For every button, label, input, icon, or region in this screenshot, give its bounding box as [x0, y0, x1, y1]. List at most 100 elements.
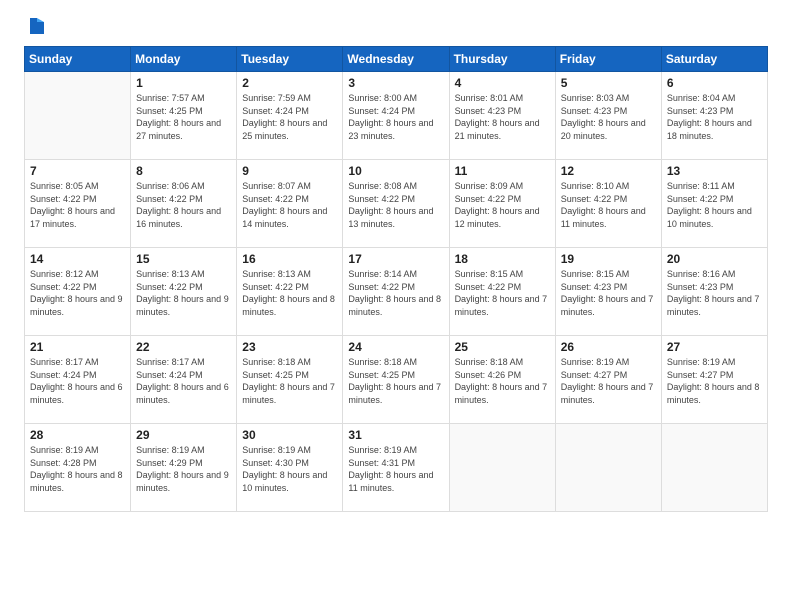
- day-info: Sunrise: 8:14 AMSunset: 4:22 PMDaylight:…: [348, 268, 443, 318]
- day-info: Sunrise: 8:01 AMSunset: 4:23 PMDaylight:…: [455, 92, 550, 142]
- day-info: Sunrise: 8:00 AMSunset: 4:24 PMDaylight:…: [348, 92, 443, 142]
- calendar-cell: 18 Sunrise: 8:15 AMSunset: 4:22 PMDayligh…: [449, 248, 555, 336]
- calendar-cell: 24 Sunrise: 8:18 AMSunset: 4:25 PMDayligh…: [343, 336, 449, 424]
- calendar-cell: 11 Sunrise: 8:09 AMSunset: 4:22 PMDayligh…: [449, 160, 555, 248]
- day-number: 16: [242, 252, 337, 266]
- calendar-cell: [661, 424, 767, 512]
- day-info: Sunrise: 8:08 AMSunset: 4:22 PMDaylight:…: [348, 180, 443, 230]
- calendar-cell: 4 Sunrise: 8:01 AMSunset: 4:23 PMDaylight…: [449, 72, 555, 160]
- day-info: Sunrise: 8:18 AMSunset: 4:25 PMDaylight:…: [348, 356, 443, 406]
- calendar-cell: 29Sunrise: 8:19 AMSunset: 4:29 PMDayligh…: [131, 424, 237, 512]
- day-info: Sunrise: 8:17 AMSunset: 4:24 PMDaylight:…: [30, 356, 125, 406]
- col-header-wednesday: Wednesday: [343, 47, 449, 72]
- logo: [24, 18, 48, 36]
- day-number: 28: [30, 428, 125, 442]
- calendar-cell: 26 Sunrise: 8:19 AMSunset: 4:27 PMDayligh…: [555, 336, 661, 424]
- day-info: Sunrise: 8:15 AMSunset: 4:22 PMDaylight:…: [455, 268, 550, 318]
- logo-icon: [26, 16, 48, 38]
- day-number: 12: [561, 164, 656, 178]
- calendar-cell: 15 Sunrise: 8:13 AMSunset: 4:22 PMDayligh…: [131, 248, 237, 336]
- day-number: 30: [242, 428, 337, 442]
- day-number: 18: [455, 252, 550, 266]
- day-info: Sunrise: 8:19 AMSunset: 4:27 PMDaylight:…: [561, 356, 656, 406]
- day-number: 11: [455, 164, 550, 178]
- calendar-cell: 9 Sunrise: 8:07 AMSunset: 4:22 PMDaylight…: [237, 160, 343, 248]
- day-number: 24: [348, 340, 443, 354]
- day-info: Sunrise: 8:19 AMSunset: 4:30 PMDaylight:…: [242, 444, 337, 494]
- calendar-cell: 5 Sunrise: 8:03 AMSunset: 4:23 PMDaylight…: [555, 72, 661, 160]
- calendar-cell: 2Sunrise: 7:59 AMSunset: 4:24 PMDaylight…: [237, 72, 343, 160]
- col-header-tuesday: Tuesday: [237, 47, 343, 72]
- day-info: Sunrise: 8:12 AMSunset: 4:22 PMDaylight:…: [30, 268, 125, 318]
- day-number: 23: [242, 340, 337, 354]
- calendar-cell: 22 Sunrise: 8:17 AMSunset: 4:24 PMDayligh…: [131, 336, 237, 424]
- day-info: Sunrise: 8:18 AMSunset: 4:26 PMDaylight:…: [455, 356, 550, 406]
- day-number: 8: [136, 164, 231, 178]
- day-info: Sunrise: 8:13 AMSunset: 4:22 PMDaylight:…: [242, 268, 337, 318]
- calendar-cell: 1 Sunrise: 7:57 AMSunset: 4:25 PMDaylight…: [131, 72, 237, 160]
- day-number: 7: [30, 164, 125, 178]
- calendar-cell: 17 Sunrise: 8:14 AMSunset: 4:22 PMDayligh…: [343, 248, 449, 336]
- day-info: Sunrise: 7:57 AMSunset: 4:25 PMDaylight:…: [136, 92, 231, 142]
- day-info: Sunrise: 8:04 AMSunset: 4:23 PMDaylight:…: [667, 92, 762, 142]
- calendar-week-row: 14 Sunrise: 8:12 AMSunset: 4:22 PMDayligh…: [25, 248, 768, 336]
- day-info: Sunrise: 8:07 AMSunset: 4:22 PMDaylight:…: [242, 180, 337, 230]
- day-number: 25: [455, 340, 550, 354]
- calendar-cell: 14 Sunrise: 8:12 AMSunset: 4:22 PMDayligh…: [25, 248, 131, 336]
- day-number: 19: [561, 252, 656, 266]
- calendar-cell: 23 Sunrise: 8:18 AMSunset: 4:25 PMDayligh…: [237, 336, 343, 424]
- col-header-saturday: Saturday: [661, 47, 767, 72]
- calendar-cell: 19 Sunrise: 8:15 AMSunset: 4:23 PMDayligh…: [555, 248, 661, 336]
- calendar-cell: [555, 424, 661, 512]
- day-info: Sunrise: 8:19 AMSunset: 4:28 PMDaylight:…: [30, 444, 125, 494]
- day-number: 4: [455, 76, 550, 90]
- col-header-monday: Monday: [131, 47, 237, 72]
- day-number: 17: [348, 252, 443, 266]
- col-header-thursday: Thursday: [449, 47, 555, 72]
- calendar-cell: 6 Sunrise: 8:04 AMSunset: 4:23 PMDaylight…: [661, 72, 767, 160]
- header: [24, 18, 768, 36]
- day-number: 10: [348, 164, 443, 178]
- day-info: Sunrise: 8:18 AMSunset: 4:25 PMDaylight:…: [242, 356, 337, 406]
- day-info: Sunrise: 8:11 AMSunset: 4:22 PMDaylight:…: [667, 180, 762, 230]
- day-info: Sunrise: 7:59 AMSunset: 4:24 PMDaylight:…: [242, 92, 337, 142]
- day-info: Sunrise: 8:03 AMSunset: 4:23 PMDaylight:…: [561, 92, 656, 142]
- day-info: Sunrise: 8:15 AMSunset: 4:23 PMDaylight:…: [561, 268, 656, 318]
- calendar-cell: 13Sunrise: 8:11 AMSunset: 4:22 PMDayligh…: [661, 160, 767, 248]
- calendar-cell: 21 Sunrise: 8:17 AMSunset: 4:24 PMDayligh…: [25, 336, 131, 424]
- calendar-cell: 31 Sunrise: 8:19 AMSunset: 4:31 PMDayligh…: [343, 424, 449, 512]
- day-info: Sunrise: 8:19 AMSunset: 4:29 PMDaylight:…: [136, 444, 231, 494]
- day-info: Sunrise: 8:19 AMSunset: 4:27 PMDaylight:…: [667, 356, 762, 406]
- day-number: 22: [136, 340, 231, 354]
- col-header-sunday: Sunday: [25, 47, 131, 72]
- day-info: Sunrise: 8:13 AMSunset: 4:22 PMDaylight:…: [136, 268, 231, 318]
- day-number: 6: [667, 76, 762, 90]
- calendar-cell: 16 Sunrise: 8:13 AMSunset: 4:22 PMDayligh…: [237, 248, 343, 336]
- day-info: Sunrise: 8:17 AMSunset: 4:24 PMDaylight:…: [136, 356, 231, 406]
- calendar-table: SundayMondayTuesdayWednesdayThursdayFrid…: [24, 46, 768, 512]
- day-number: 1: [136, 76, 231, 90]
- calendar-cell: [449, 424, 555, 512]
- day-info: Sunrise: 8:05 AMSunset: 4:22 PMDaylight:…: [30, 180, 125, 230]
- calendar-cell: [25, 72, 131, 160]
- day-number: 21: [30, 340, 125, 354]
- day-number: 27: [667, 340, 762, 354]
- day-number: 26: [561, 340, 656, 354]
- page: SundayMondayTuesdayWednesdayThursdayFrid…: [0, 0, 792, 612]
- day-info: Sunrise: 8:16 AMSunset: 4:23 PMDaylight:…: [667, 268, 762, 318]
- calendar-cell: 20 Sunrise: 8:16 AMSunset: 4:23 PMDayligh…: [661, 248, 767, 336]
- calendar-cell: 27 Sunrise: 8:19 AMSunset: 4:27 PMDayligh…: [661, 336, 767, 424]
- day-number: 5: [561, 76, 656, 90]
- day-number: 15: [136, 252, 231, 266]
- day-info: Sunrise: 8:19 AMSunset: 4:31 PMDaylight:…: [348, 444, 443, 494]
- calendar-week-row: 28 Sunrise: 8:19 AMSunset: 4:28 PMDayligh…: [25, 424, 768, 512]
- day-number: 9: [242, 164, 337, 178]
- day-number: 20: [667, 252, 762, 266]
- calendar-week-row: 21 Sunrise: 8:17 AMSunset: 4:24 PMDayligh…: [25, 336, 768, 424]
- calendar-cell: 12Sunrise: 8:10 AMSunset: 4:22 PMDayligh…: [555, 160, 661, 248]
- calendar-cell: 10 Sunrise: 8:08 AMSunset: 4:22 PMDayligh…: [343, 160, 449, 248]
- calendar-cell: 28 Sunrise: 8:19 AMSunset: 4:28 PMDayligh…: [25, 424, 131, 512]
- day-info: Sunrise: 8:09 AMSunset: 4:22 PMDaylight:…: [455, 180, 550, 230]
- day-number: 31: [348, 428, 443, 442]
- day-number: 14: [30, 252, 125, 266]
